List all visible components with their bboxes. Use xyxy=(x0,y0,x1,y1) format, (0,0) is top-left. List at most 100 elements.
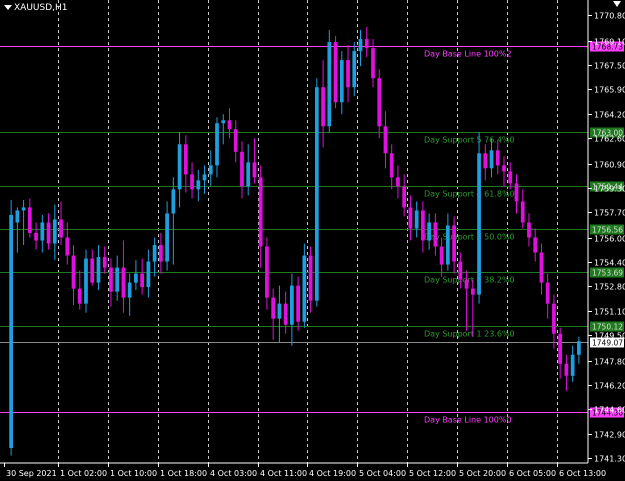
candle-body xyxy=(134,273,138,283)
candle xyxy=(396,165,400,199)
candle-body xyxy=(152,245,157,262)
candle xyxy=(9,199,13,456)
candle-body xyxy=(364,39,369,49)
time-tick-label: 6 Oct 13:00 xyxy=(559,469,606,478)
candle-body xyxy=(302,255,307,322)
candle-body xyxy=(115,267,120,292)
time-tick-label: 5 Oct 12:00 xyxy=(409,469,456,478)
candle-body xyxy=(408,207,413,229)
candle xyxy=(109,258,113,307)
price-tick-label: 1751.10 xyxy=(594,308,625,317)
candle xyxy=(227,108,232,139)
candle-body xyxy=(15,210,20,223)
candle xyxy=(52,204,57,261)
candle-body xyxy=(414,210,419,229)
candle-body xyxy=(552,303,556,334)
candle-body xyxy=(96,257,101,283)
level-label: Day Base Line 100%0 xyxy=(424,416,512,425)
price-tick-label: 1769.10 xyxy=(594,38,625,47)
candle-body xyxy=(52,219,57,244)
candle xyxy=(221,114,226,145)
candle xyxy=(134,260,138,291)
price-tick-label: 1754.40 xyxy=(594,259,625,268)
candle xyxy=(71,245,76,306)
price-tick-label: 1749.50 xyxy=(594,332,625,341)
candle-body xyxy=(9,214,13,448)
candle xyxy=(190,162,194,199)
candle-body xyxy=(158,245,163,262)
chevron-down-icon[interactable] xyxy=(613,1,621,7)
candle-body xyxy=(564,363,569,376)
candle xyxy=(296,276,300,331)
candle-body xyxy=(477,153,481,295)
candle-body xyxy=(77,288,82,304)
candle xyxy=(290,273,294,346)
candle xyxy=(177,132,182,208)
candle-body xyxy=(570,354,575,376)
candle-body xyxy=(215,123,219,166)
candle xyxy=(271,288,276,340)
candle xyxy=(84,249,88,313)
candle xyxy=(389,144,394,190)
price-tick-label: 1757.70 xyxy=(594,209,625,218)
candle xyxy=(265,237,269,310)
candle-body xyxy=(271,297,276,319)
candle-body xyxy=(277,303,282,319)
price-tick-label: 1767.50 xyxy=(594,62,625,71)
candle xyxy=(427,213,432,250)
candle xyxy=(277,285,282,343)
candle xyxy=(59,201,63,246)
candle-body xyxy=(327,42,332,127)
candle-body xyxy=(314,87,319,301)
candle xyxy=(215,117,219,178)
candle-body xyxy=(458,261,463,280)
candle xyxy=(115,255,120,301)
candle xyxy=(102,246,107,274)
candle xyxy=(196,169,201,202)
candle xyxy=(158,232,163,274)
candle xyxy=(27,198,32,238)
candle-body xyxy=(40,222,45,241)
level-label: Day Support 2 38.2%0 xyxy=(424,276,515,285)
candle-body xyxy=(402,186,407,208)
candle-body xyxy=(140,273,145,288)
candle-body xyxy=(439,246,444,265)
candle xyxy=(514,174,519,214)
candle xyxy=(558,327,563,379)
candle-body xyxy=(221,120,226,124)
candle-body xyxy=(520,201,525,223)
candle-body xyxy=(27,207,32,233)
time-tick-label: 1 Oct 10:00 xyxy=(110,469,157,478)
candle xyxy=(470,279,475,337)
candle xyxy=(46,213,51,250)
candle-body xyxy=(321,87,325,127)
candle-body xyxy=(65,237,70,256)
candle-body xyxy=(121,267,126,298)
candle xyxy=(402,174,407,217)
time-axis[interactable]: 30 Sep 2021 1 Oct 02:00 1 Oct 10:00 1 Oct 1… xyxy=(0,462,606,478)
candle-body xyxy=(396,177,400,187)
candle-body xyxy=(177,144,182,190)
candle-body xyxy=(389,153,394,178)
candle xyxy=(527,213,531,247)
candle xyxy=(140,258,145,295)
chart-grid xyxy=(58,0,558,463)
candle-body xyxy=(21,207,26,211)
candle xyxy=(152,237,157,277)
candle xyxy=(321,60,325,148)
price-tick-label: 1752.80 xyxy=(594,283,625,292)
triangle-down-icon[interactable] xyxy=(4,5,12,10)
price-tick-label: 1742.90 xyxy=(594,431,625,440)
candle xyxy=(302,243,307,328)
candle-body xyxy=(165,213,169,262)
candle-body xyxy=(421,210,425,241)
candle xyxy=(520,189,525,229)
candle-body xyxy=(533,237,538,253)
candle xyxy=(383,111,388,169)
candle-body xyxy=(109,267,113,292)
candle xyxy=(77,270,82,310)
candle xyxy=(570,345,575,382)
candle xyxy=(258,165,263,268)
price-chart[interactable]: Day Base Line 100%21768.73Day Support 5 … xyxy=(0,0,625,481)
symbol-label[interactable]: XAUUSD,H1 xyxy=(4,3,68,13)
